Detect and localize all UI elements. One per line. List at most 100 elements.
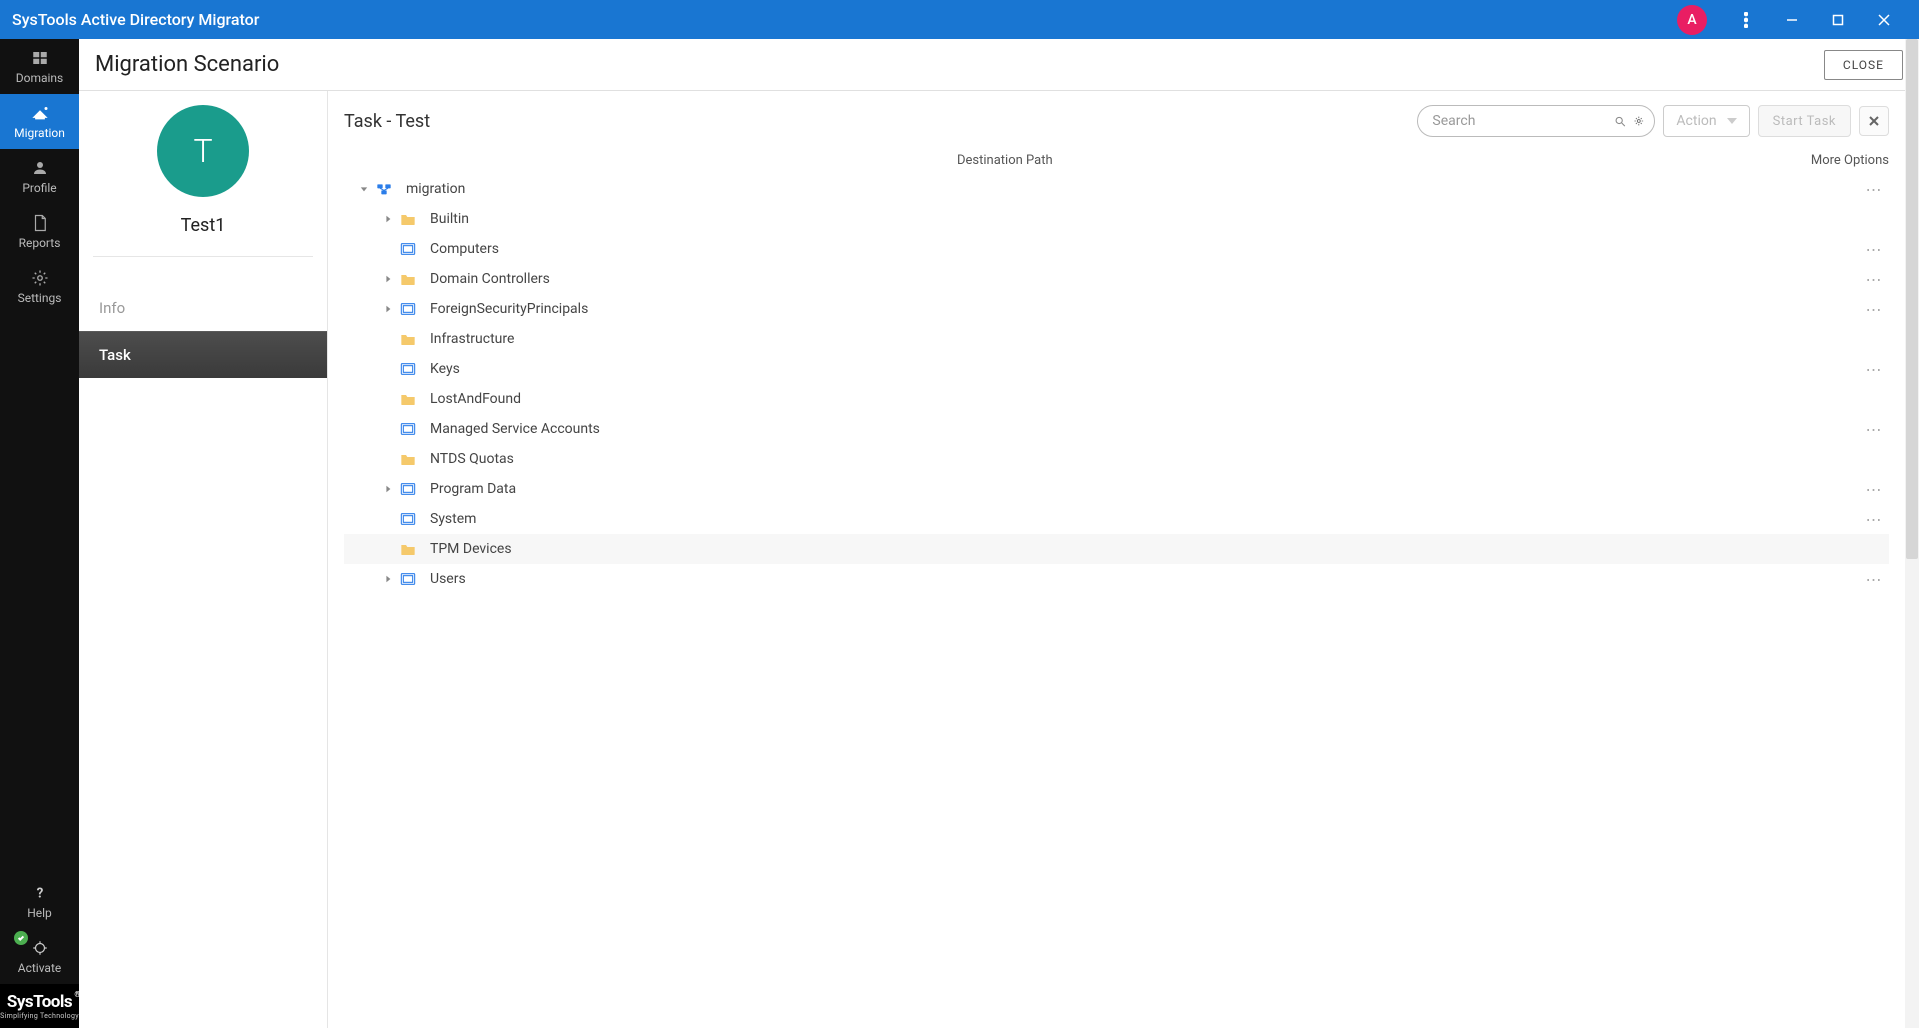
tree-row[interactable]: Computers⋯ — [344, 234, 1889, 264]
folder-icon — [400, 392, 418, 406]
help-icon: ? — [31, 884, 49, 902]
window-close-icon[interactable] — [1861, 0, 1907, 39]
window-maximize-icon[interactable] — [1815, 0, 1861, 39]
nav-label: Reports — [19, 236, 61, 250]
tree-row[interactable]: migration⋯ — [344, 174, 1889, 204]
tree-columns-header: Destination Path More Options — [344, 145, 1889, 174]
status-ok-icon — [14, 931, 28, 945]
nav-item-help[interactable]: ? Help — [0, 874, 79, 929]
tree-node-label: ForeignSecurityPrincipals — [430, 301, 1859, 317]
row-more-icon[interactable]: ⋯ — [1859, 480, 1889, 499]
tree-expander-icon[interactable] — [356, 185, 372, 193]
tab-info[interactable]: Info — [79, 285, 327, 331]
tree-node-label: Domain Controllers — [430, 271, 1859, 287]
folder-icon — [400, 452, 418, 466]
scenario-side-panel: T Test1 Info Task — [79, 91, 328, 1028]
row-more-icon[interactable]: ⋯ — [1859, 240, 1889, 259]
window-minimize-icon[interactable] — [1769, 0, 1815, 39]
kebab-menu-icon[interactable] — [1723, 0, 1769, 39]
tree-row[interactable]: Program Data⋯ — [344, 474, 1889, 504]
nav-label: Domains — [16, 71, 64, 85]
tree-node-label: migration — [406, 181, 1859, 197]
row-more-icon[interactable]: ⋯ — [1859, 570, 1889, 589]
search-box[interactable] — [1417, 105, 1655, 137]
row-more-icon[interactable]: ⋯ — [1859, 420, 1889, 439]
vertical-scrollbar[interactable] — [1905, 39, 1919, 1028]
svg-text:?: ? — [36, 885, 43, 901]
scrollbar-thumb[interactable] — [1906, 39, 1918, 559]
close-button[interactable]: CLOSE — [1824, 50, 1903, 80]
search-settings-icon[interactable] — [1633, 114, 1645, 128]
nav-rail: Domains Migration Profile Reports Settin… — [0, 39, 79, 1028]
start-task-button[interactable]: Start Task — [1758, 105, 1851, 137]
row-more-icon[interactable]: ⋯ — [1859, 270, 1889, 289]
tree-row[interactable]: Infrastructure — [344, 324, 1889, 354]
tree-expander-icon[interactable] — [380, 575, 396, 583]
action-dropdown[interactable]: Action — [1663, 105, 1749, 137]
container-icon — [400, 512, 418, 526]
nav-item-domains[interactable]: Domains — [0, 39, 79, 94]
tree-node-label: Users — [430, 571, 1859, 587]
tree-row[interactable]: NTDS Quotas — [344, 444, 1889, 474]
nav-label: Help — [27, 906, 52, 920]
app-title: SysTools Active Directory Migrator — [12, 10, 259, 29]
tree-node-label: Managed Service Accounts — [430, 421, 1859, 437]
migration-icon — [31, 104, 49, 122]
reports-icon — [31, 214, 49, 232]
tree-row[interactable]: ForeignSecurityPrincipals⋯ — [344, 294, 1889, 324]
search-input[interactable] — [1432, 113, 1610, 129]
task-toolbar: Task - Test Action Start Task — [344, 105, 1889, 137]
tree-expander-icon[interactable] — [380, 215, 396, 223]
container-icon — [400, 572, 418, 586]
nav-label: Profile — [22, 181, 56, 195]
task-area: Task - Test Action Start Task — [328, 91, 1919, 1028]
tree-node-label: TPM Devices — [430, 541, 1859, 557]
tree-expander-icon[interactable] — [380, 275, 396, 283]
tree-node-label: Keys — [430, 361, 1859, 377]
tree-node-label: System — [430, 511, 1859, 527]
nav-item-activate[interactable]: Activate — [0, 929, 79, 984]
container-icon — [400, 242, 418, 256]
tree-expander-icon[interactable] — [380, 305, 396, 313]
row-more-icon[interactable]: ⋯ — [1859, 510, 1889, 529]
brand-logo: SysTools® Simplifying Technology — [0, 984, 79, 1028]
row-more-icon[interactable]: ⋯ — [1859, 180, 1889, 199]
container-icon — [400, 362, 418, 376]
user-avatar-badge[interactable]: A — [1677, 5, 1707, 35]
row-more-icon[interactable]: ⋯ — [1859, 300, 1889, 319]
clear-button[interactable] — [1859, 106, 1889, 136]
action-label: Action — [1676, 113, 1716, 129]
task-title: Task - Test — [344, 111, 1409, 132]
close-icon — [1869, 116, 1879, 126]
nav-item-profile[interactable]: Profile — [0, 149, 79, 204]
tree-row[interactable]: Keys⋯ — [344, 354, 1889, 384]
nav-item-reports[interactable]: Reports — [0, 204, 79, 259]
tree-node-label: NTDS Quotas — [430, 451, 1859, 467]
folder-icon — [400, 272, 418, 286]
container-icon — [400, 302, 418, 316]
tree-row[interactable]: TPM Devices — [344, 534, 1889, 564]
container-icon — [400, 422, 418, 436]
col-more-options: More Options — [1799, 153, 1889, 168]
tree-expander-icon[interactable] — [380, 485, 396, 493]
object-tree: migration⋯BuiltinComputers⋯Domain Contro… — [344, 174, 1889, 594]
nav-item-migration[interactable]: Migration — [0, 94, 79, 149]
tab-task[interactable]: Task — [79, 331, 327, 378]
nav-item-settings[interactable]: Settings — [0, 259, 79, 314]
row-more-icon[interactable]: ⋯ — [1859, 360, 1889, 379]
content-header: Migration Scenario CLOSE — [79, 39, 1919, 91]
col-destination-path: Destination Path — [957, 153, 1799, 168]
tree-row[interactable]: Users⋯ — [344, 564, 1889, 594]
scenario-avatar: T — [157, 105, 249, 197]
tree-row[interactable]: System⋯ — [344, 504, 1889, 534]
folder-icon — [400, 542, 418, 556]
tree-row[interactable]: Domain Controllers⋯ — [344, 264, 1889, 294]
titlebar: SysTools Active Directory Migrator A — [0, 0, 1919, 39]
domains-icon — [31, 49, 49, 67]
tree-row[interactable]: LostAndFound — [344, 384, 1889, 414]
tree-row[interactable]: Managed Service Accounts⋯ — [344, 414, 1889, 444]
nav-label: Activate — [18, 961, 62, 975]
search-icon[interactable] — [1614, 114, 1626, 129]
tree-row[interactable]: Builtin — [344, 204, 1889, 234]
folder-icon — [400, 332, 418, 346]
